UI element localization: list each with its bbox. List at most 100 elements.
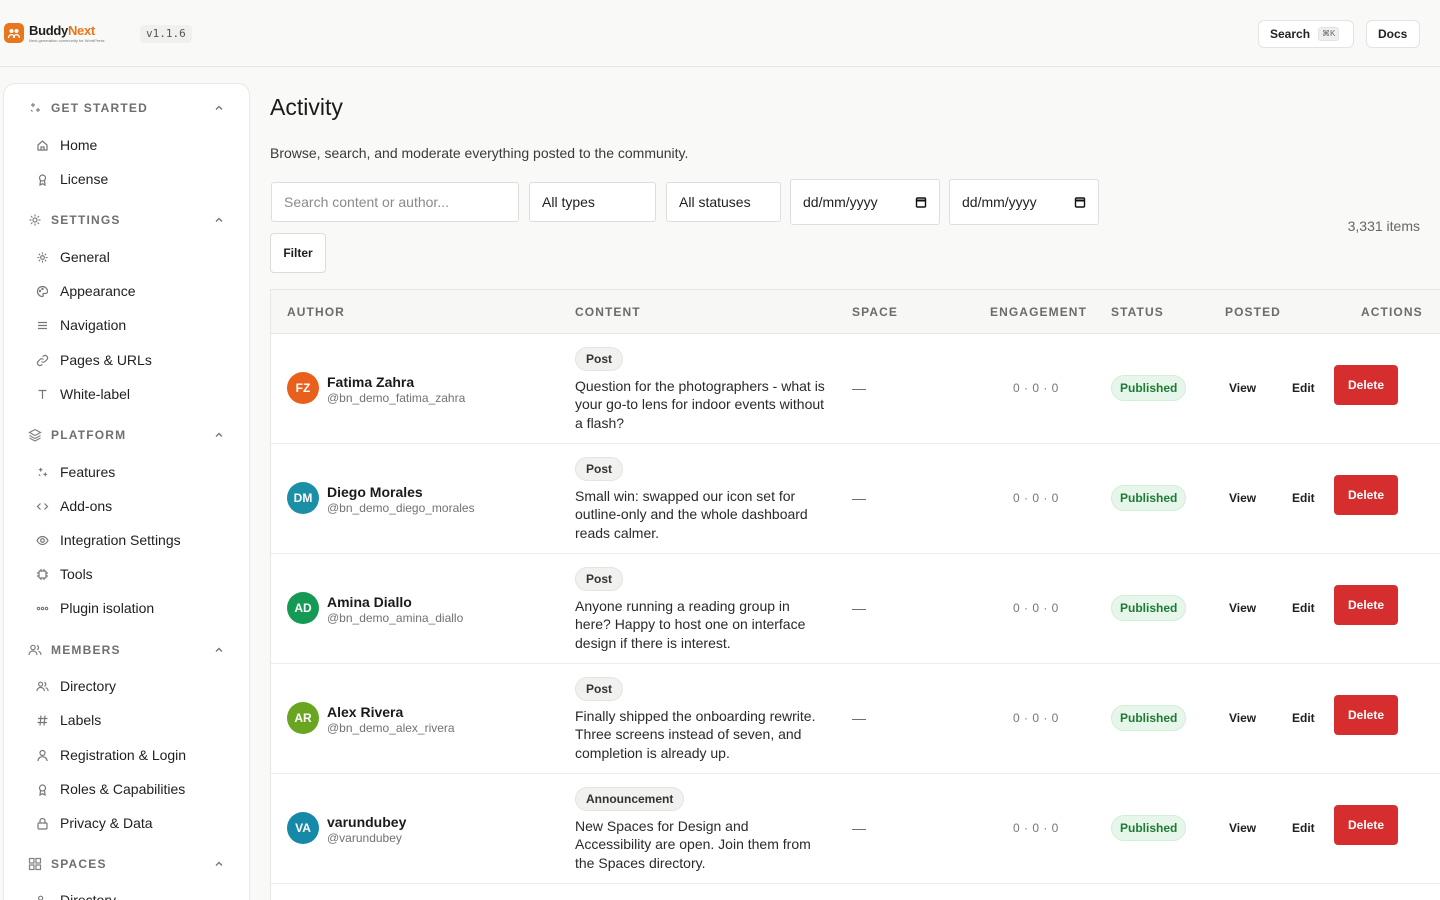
edit-button[interactable]: Edit <box>1292 711 1315 725</box>
chevron-up-icon[interactable] <box>213 214 225 226</box>
delete-button[interactable]: Delete <box>1334 805 1398 845</box>
delete-button[interactable]: Delete <box>1334 695 1398 735</box>
type-badge: Post <box>575 567 624 591</box>
status-badge: Published <box>1111 815 1187 841</box>
top-bar: BuddyNext Next-generation community for … <box>0 0 1440 67</box>
grid-icon <box>28 857 42 871</box>
chevron-up-icon[interactable] <box>213 858 225 870</box>
link-icon <box>36 354 49 367</box>
date-from-input[interactable]: dd/mm/yyyy <box>790 179 940 225</box>
avatar[interactable]: VA <box>287 812 319 844</box>
lock-icon <box>36 817 49 830</box>
section-spaces[interactable]: SPACES <box>28 855 228 873</box>
brand-logo[interactable]: BuddyNext Next-generation community for … <box>4 23 105 43</box>
author-name[interactable]: Fatima Zahra <box>327 374 414 390</box>
sidebar-item-integration-settings[interactable]: Integration Settings <box>36 529 236 551</box>
sidebar-item-label: General <box>60 249 110 265</box>
sidebar-item-label: Pages & URLs <box>60 352 152 368</box>
layers-icon <box>28 428 42 442</box>
sidebar-item-features[interactable]: Features <box>36 461 236 483</box>
sidebar-item-pages-urls[interactable]: Pages & URLs <box>36 349 236 371</box>
avatar[interactable]: DM <box>287 482 319 514</box>
eye-icon <box>36 534 49 547</box>
badge-icon <box>36 783 49 796</box>
column-space[interactable]: SPACE <box>852 305 898 319</box>
author-name[interactable]: Diego Morales <box>327 484 423 500</box>
chevron-up-icon[interactable] <box>213 429 225 441</box>
sidebar-item-label: Add-ons <box>60 498 113 514</box>
date-to-input[interactable]: dd/mm/yyyy <box>949 179 1099 225</box>
section-platform[interactable]: PLATFORM <box>28 426 228 444</box>
edit-button[interactable]: Edit <box>1292 601 1315 615</box>
avatar[interactable]: AD <box>287 592 319 624</box>
users-icon <box>28 643 42 657</box>
avatar[interactable]: AR <box>287 702 319 734</box>
section-members[interactable]: MEMBERS <box>28 641 228 659</box>
section-title: GET STARTED <box>51 101 148 115</box>
edit-button[interactable]: Edit <box>1292 821 1315 835</box>
delete-button[interactable]: Delete <box>1334 365 1398 405</box>
sidebar-item-appearance[interactable]: Appearance <box>36 280 236 302</box>
filter-button[interactable]: Filter <box>270 233 326 273</box>
view-button[interactable]: View <box>1229 491 1256 505</box>
column-status[interactable]: STATUS <box>1111 305 1164 319</box>
table-header: AUTHOR CONTENT SPACE ENGAGEMENT STATUS P… <box>271 290 1440 334</box>
gear-icon <box>36 251 49 264</box>
edit-button[interactable]: Edit <box>1292 491 1315 505</box>
edit-button[interactable]: Edit <box>1292 381 1315 395</box>
content-text: Finally shipped the onboarding rewrite. … <box>575 708 816 761</box>
chevron-up-icon[interactable] <box>213 644 225 656</box>
engagement-value: 0 · 0 · 0 <box>1013 381 1059 395</box>
author-handle: @varundubey <box>327 831 402 845</box>
item-count: 3,331 items <box>1347 218 1420 234</box>
status-select[interactable]: All statuses <box>666 182 781 222</box>
date-from-value: dd/mm/yyyy <box>803 194 878 210</box>
section-settings[interactable]: SETTINGS <box>28 211 228 229</box>
chevron-up-icon[interactable] <box>213 102 225 114</box>
sidebar-item-license[interactable]: License <box>36 168 236 190</box>
avatar[interactable]: FZ <box>287 372 319 404</box>
sidebar-item-navigation[interactable]: Navigation <box>36 314 236 336</box>
sidebar-item-labels[interactable]: Labels <box>36 709 236 731</box>
docs-button[interactable]: Docs <box>1366 20 1420 48</box>
sidebar-item-label: Privacy & Data <box>60 815 153 831</box>
view-button[interactable]: View <box>1229 601 1256 615</box>
table-row: VA varundubey @varundubey Announcement New S… <box>271 774 1440 884</box>
author-name[interactable]: Amina Diallo <box>327 594 412 610</box>
calendar-icon[interactable] <box>1074 196 1086 208</box>
sidebar-item-add-ons[interactable]: Add-ons <box>36 495 236 517</box>
sidebar-item-label: Features <box>60 464 116 480</box>
sidebar-item-directory[interactable]: Directory <box>36 675 236 697</box>
sidebar-item-tools[interactable]: Tools <box>36 563 236 585</box>
calendar-icon[interactable] <box>915 196 927 208</box>
section-get-started[interactable]: GET STARTED <box>28 99 228 117</box>
search-input[interactable]: Search content or author... <box>271 182 519 222</box>
view-button[interactable]: View <box>1229 381 1256 395</box>
sidebar-item-general[interactable]: General <box>36 246 236 268</box>
brand-name: BuddyNext <box>29 22 95 38</box>
view-button[interactable]: View <box>1229 821 1256 835</box>
sidebar-item-roles-capabilities[interactable]: Roles & Capabilities <box>36 778 236 800</box>
type-badge: Announcement <box>575 787 685 811</box>
type-select[interactable]: All types <box>529 182 656 222</box>
delete-button[interactable]: Delete <box>1334 585 1398 625</box>
column-engagement[interactable]: ENGAGEMENT <box>990 305 1087 319</box>
engagement-value: 0 · 0 · 0 <box>1013 821 1059 835</box>
column-posted[interactable]: POSTED <box>1225 305 1281 319</box>
delete-button[interactable]: Delete <box>1334 475 1398 515</box>
column-content[interactable]: CONTENT <box>575 305 641 319</box>
sidebar-item-plugin-isolation[interactable]: Plugin isolation <box>36 597 236 619</box>
sidebar-item-white-label[interactable]: White-label <box>36 383 236 405</box>
sidebar-item-home[interactable]: Home <box>36 134 236 156</box>
date-to-value: dd/mm/yyyy <box>962 194 1037 210</box>
content-text: Question for the photographers - what is… <box>575 378 825 431</box>
author-name[interactable]: varundubey <box>327 814 406 830</box>
search-button[interactable]: Search ⌘K <box>1258 20 1354 48</box>
author-name[interactable]: Alex Rivera <box>327 704 403 720</box>
section-title: MEMBERS <box>51 643 121 657</box>
sidebar-item-registration-login[interactable]: Registration & Login <box>36 744 236 766</box>
view-button[interactable]: View <box>1229 711 1256 725</box>
column-author[interactable]: AUTHOR <box>287 305 345 319</box>
sidebar-item-privacy-data[interactable]: Privacy & Data <box>36 812 236 834</box>
sidebar-item-spaces-directory[interactable]: Directory <box>36 889 236 900</box>
